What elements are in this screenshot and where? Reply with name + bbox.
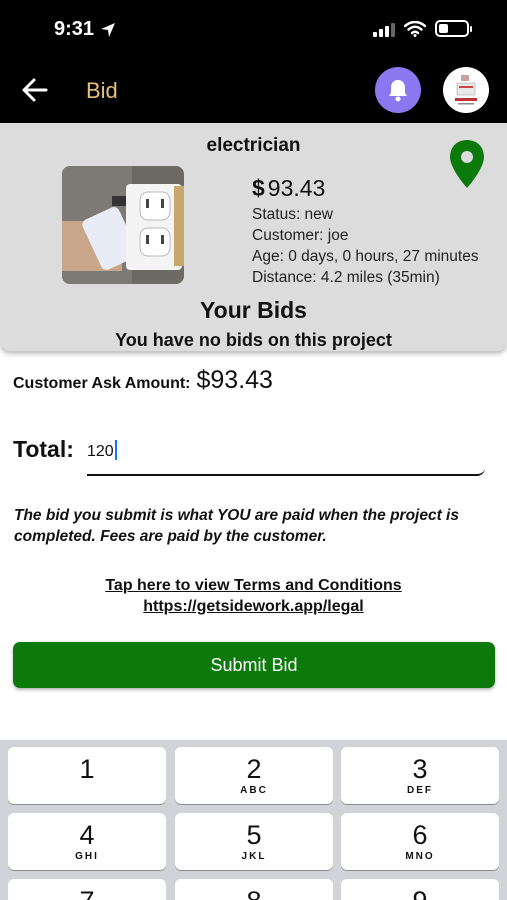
terms-link-url[interactable]: https://getsidework.app/legal <box>0 596 507 617</box>
wifi-icon <box>404 20 426 37</box>
status-time-text: 9:31 <box>54 18 95 40</box>
page-title: Bid <box>86 78 118 103</box>
total-input-value: 120 <box>87 443 114 460</box>
key-4-letters: GHI <box>75 851 99 862</box>
project-title: electrician <box>206 135 301 156</box>
project-photo <box>62 166 184 284</box>
key-6[interactable]: 6 MNO <box>341 813 499 870</box>
arrow-left-icon <box>22 78 48 102</box>
project-meta: Status: new Customer: joe Age: 0 days, 0… <box>252 204 479 288</box>
key-6-digit: 6 <box>412 820 428 850</box>
key-8[interactable]: 8 <box>175 879 333 900</box>
key-3[interactable]: 3 DEF <box>341 747 499 804</box>
customer-ask-label: Customer Ask Amount: <box>13 375 191 392</box>
bid-disclaimer: The bid you submit is what YOU are paid … <box>14 507 459 545</box>
customer-ask-value: $93.43 <box>196 366 273 394</box>
key-8-digit: 8 <box>175 887 333 900</box>
key-4[interactable]: 4 GHI <box>8 813 166 870</box>
key-5[interactable]: 5 JKL <box>175 813 333 870</box>
key-1-digit: 1 <box>79 754 95 784</box>
notifications-button[interactable] <box>375 67 421 113</box>
bell-icon <box>389 80 407 102</box>
project-status: Status: new <box>252 206 333 223</box>
key-3-letters: DEF <box>407 785 433 796</box>
key-6-letters: MNO <box>405 851 435 862</box>
currency-symbol: $ <box>252 175 265 201</box>
cellular-signal-icon <box>373 21 395 37</box>
project-card: electrician $93.43 Status: new Customer:… <box>0 123 507 351</box>
key-7-digit: 7 <box>8 887 166 900</box>
battery-icon <box>435 20 472 37</box>
submit-bid-button[interactable]: Submit Bid <box>13 642 495 688</box>
your-bids-heading: Your Bids <box>200 297 307 323</box>
key-9[interactable]: 9 <box>341 879 499 900</box>
key-9-digit: 9 <box>341 887 499 900</box>
numeric-keypad: 1 2ABC 3DEF 4GHI 5JKL 6MNO 7 8 9 <box>0 740 507 900</box>
terms-link-text[interactable]: Tap here to view Terms and Conditions <box>0 575 507 596</box>
map-pin-icon <box>450 140 484 188</box>
key-2-digit: 2 <box>246 754 262 784</box>
project-customer: Customer: joe <box>252 227 349 244</box>
total-label: Total: <box>13 436 74 462</box>
avatar-image-icon <box>455 75 477 105</box>
key-1[interactable]: 1 <box>8 747 166 804</box>
key-5-letters: JKL <box>241 851 267 862</box>
location-pin-button[interactable] <box>449 139 485 189</box>
profile-avatar[interactable] <box>443 67 489 113</box>
customer-ask-row: Customer Ask Amount: $93.43 <box>13 366 273 395</box>
location-arrow-icon <box>101 22 116 37</box>
key-2-letters: ABC <box>240 785 268 796</box>
project-price: $93.43 <box>252 175 325 202</box>
top-bar: 9:31 Bid <box>0 0 507 123</box>
project-age: Age: 0 days, 0 hours, 27 minutes <box>252 248 479 265</box>
back-button[interactable] <box>20 74 50 106</box>
key-7[interactable]: 7 <box>8 879 166 900</box>
total-input[interactable]: 120 <box>87 436 485 476</box>
key-3-digit: 3 <box>412 754 428 784</box>
key-2[interactable]: 2 ABC <box>175 747 333 804</box>
status-icons <box>373 20 472 37</box>
key-5-digit: 5 <box>246 820 262 850</box>
key-4-digit: 4 <box>79 820 95 850</box>
project-distance: Distance: 4.2 miles (35min) <box>252 269 440 286</box>
price-value: 93.43 <box>267 175 326 201</box>
no-bids-message: You have no bids on this project <box>115 330 392 350</box>
text-cursor <box>114 440 117 460</box>
outlet-photo-icon <box>62 166 184 284</box>
terms-link[interactable]: Tap here to view Terms and Conditions ht… <box>0 575 507 617</box>
status-time: 9:31 <box>54 18 116 41</box>
